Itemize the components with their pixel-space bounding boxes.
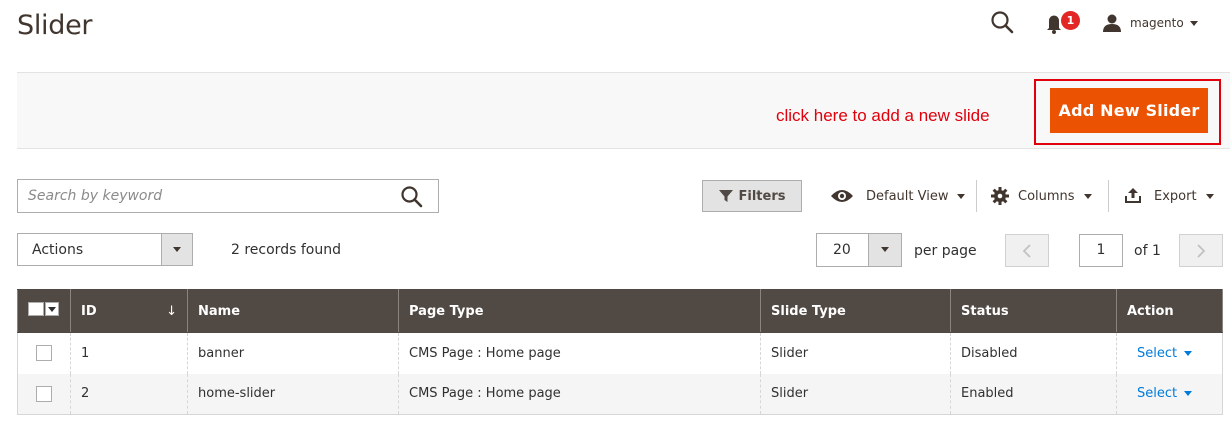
eye-icon <box>831 190 853 202</box>
view-dropdown[interactable]: Default View <box>830 180 966 212</box>
page-title: Slider <box>17 10 93 41</box>
cell-name: banner <box>187 332 399 374</box>
next-page-button[interactable] <box>1179 234 1223 267</box>
view-label: Default View <box>866 188 949 204</box>
cell-action: Select <box>1116 332 1223 374</box>
mass-actions-toggle[interactable] <box>161 234 192 265</box>
export-dropdown[interactable]: Export <box>1124 180 1214 212</box>
column-header-slide-type[interactable]: Slide Type <box>760 289 951 333</box>
mass-select-dropdown[interactable] <box>45 302 59 316</box>
search-input[interactable] <box>28 180 388 212</box>
chevron-left-icon <box>1022 243 1031 258</box>
search-submit-button[interactable] <box>400 185 424 209</box>
chevron-down-icon <box>881 247 889 252</box>
page-actions-bar: click here to add a new slide Add New Sl… <box>17 72 1230 149</box>
cell-slide-type: Slider <box>760 332 951 374</box>
row-action-label: Select <box>1137 386 1178 402</box>
export-label: Export <box>1154 188 1197 204</box>
chevron-down-icon <box>1189 20 1198 26</box>
column-label-slide-type: Slide Type <box>771 303 846 319</box>
row-action-select[interactable]: Select <box>1137 386 1193 402</box>
column-label-name: Name <box>198 303 241 319</box>
column-label-action: Action <box>1127 303 1174 319</box>
row-checkbox[interactable] <box>36 345 52 362</box>
row-action-label: Select <box>1137 345 1178 361</box>
column-label-status: Status <box>961 303 1009 319</box>
mass-select-header <box>17 289 71 333</box>
column-label-page-type: Page Type <box>409 303 484 319</box>
cell-id: 1 <box>70 332 188 374</box>
chevron-down-icon <box>173 247 181 252</box>
cell-slide-type: Slider <box>760 373 951 415</box>
user-icon <box>1103 14 1121 32</box>
table-row[interactable]: 1 banner CMS Page : Home page Slider Dis… <box>17 332 1223 374</box>
per-page-select[interactable]: 20 <box>816 233 902 267</box>
grid-header-row: ID ↓ Name Page Type Slide Type Status Ac… <box>17 289 1223 333</box>
cell-id: 2 <box>70 373 188 415</box>
column-label-id: ID <box>81 303 97 319</box>
row-select-cell <box>17 332 71 374</box>
toolbar-divider <box>1108 180 1109 212</box>
chevron-down-icon <box>957 193 966 199</box>
table-row[interactable]: 2 home-slider CMS Page : Home page Slide… <box>17 373 1223 415</box>
gear-icon <box>991 187 1009 205</box>
previous-page-button[interactable] <box>1005 234 1049 267</box>
toolbar-divider <box>976 180 977 212</box>
cell-status: Disabled <box>950 332 1117 374</box>
keyword-search <box>17 179 439 213</box>
row-select-cell <box>17 373 71 415</box>
current-page-input[interactable]: 1 <box>1079 234 1123 267</box>
filter-icon <box>718 190 733 202</box>
chevron-down-icon <box>48 307 56 312</box>
column-header-action: Action <box>1116 289 1223 333</box>
header-actions: 1 magento <box>990 9 1230 37</box>
per-page-label: per page <box>914 243 977 259</box>
sort-arrow-icon: ↓ <box>166 303 177 319</box>
row-checkbox[interactable] <box>36 385 52 402</box>
mass-actions-select[interactable]: Actions <box>17 233 193 266</box>
global-search-button[interactable] <box>990 9 1016 37</box>
mass-actions-label: Actions <box>32 242 84 258</box>
chevron-down-icon <box>1205 193 1214 199</box>
cell-status: Enabled <box>950 373 1117 415</box>
filters-label: Filters <box>738 188 786 204</box>
columns-dropdown[interactable]: Columns <box>991 180 1092 212</box>
column-header-name[interactable]: Name <box>187 289 399 333</box>
filters-button[interactable]: Filters <box>702 180 802 212</box>
per-page-toggle[interactable] <box>868 234 901 266</box>
column-header-status[interactable]: Status <box>950 289 1117 333</box>
columns-label: Columns <box>1018 188 1075 204</box>
column-header-id[interactable]: ID ↓ <box>70 289 188 333</box>
cell-action: Select <box>1116 373 1223 415</box>
chevron-down-icon <box>1083 193 1092 199</box>
mass-select-control[interactable] <box>28 302 59 316</box>
notifications-button[interactable]: 1 <box>1045 9 1081 37</box>
records-found: 2 records found <box>231 242 341 258</box>
cell-name: home-slider <box>187 373 399 415</box>
add-new-slider-button[interactable]: Add New Slider <box>1050 88 1208 133</box>
search-icon <box>401 186 423 208</box>
notification-count-badge: 1 <box>1061 11 1080 30</box>
search-icon <box>991 11 1014 34</box>
user-name: magento <box>1130 16 1184 30</box>
page-total: of 1 <box>1134 243 1161 259</box>
per-page-value: 20 <box>833 242 851 258</box>
chevron-down-icon <box>1184 350 1193 356</box>
slider-grid: ID ↓ Name Page Type Slide Type Status Ac… <box>17 289 1223 415</box>
annotation-hint: click here to add a new slide <box>776 106 990 125</box>
user-account-menu[interactable]: magento <box>1102 9 1198 37</box>
chevron-right-icon <box>1197 243 1206 258</box>
column-header-page-type[interactable]: Page Type <box>398 289 761 333</box>
cell-page-type: CMS Page : Home page <box>398 332 761 374</box>
cell-page-type: CMS Page : Home page <box>398 373 761 415</box>
chevron-down-icon <box>1184 391 1193 397</box>
row-action-select[interactable]: Select <box>1137 345 1193 361</box>
export-icon <box>1125 188 1141 203</box>
select-all-checkbox[interactable] <box>28 302 44 316</box>
